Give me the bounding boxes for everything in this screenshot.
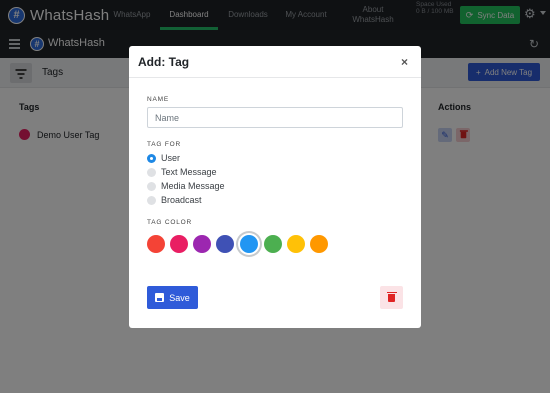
tag-for-option-label: Broadcast	[161, 195, 202, 205]
color-swatch-indigo[interactable]	[216, 235, 234, 253]
tag-for-option-user[interactable]: User	[147, 152, 180, 164]
save-button[interactable]: Save	[147, 286, 198, 309]
color-swatch-amber[interactable]	[287, 235, 305, 253]
radio-selected-icon[interactable]	[147, 153, 156, 163]
radio-icon[interactable]	[147, 181, 156, 191]
name-label: NAME	[147, 96, 169, 103]
tag-for-option-label: Media Message	[161, 181, 225, 191]
tag-for-option-media-message[interactable]: Media Message	[147, 180, 225, 192]
name-input[interactable]	[147, 107, 403, 128]
color-swatch-green[interactable]	[264, 235, 282, 253]
tag-for-option-broadcast[interactable]: Broadcast	[147, 194, 202, 206]
floppy-disk-icon	[155, 293, 165, 302]
tag-color-label: TAG COLOR	[147, 219, 193, 226]
trash-icon	[386, 291, 397, 302]
color-swatch-purple[interactable]	[193, 235, 211, 253]
save-label: Save	[169, 292, 190, 303]
color-swatch-blue-selected[interactable]	[240, 235, 258, 253]
color-swatch-pink[interactable]	[170, 235, 188, 253]
color-swatch-orange[interactable]	[310, 235, 328, 253]
radio-icon[interactable]	[147, 195, 156, 205]
close-icon[interactable]: ×	[401, 55, 408, 69]
tag-for-option-label: User	[161, 153, 181, 163]
modal-title: Add: Tag	[138, 55, 190, 69]
modal-header: Add: Tag ×	[129, 46, 421, 78]
tag-for-option-text-message[interactable]: Text Message	[147, 166, 217, 178]
radio-icon[interactable]	[147, 167, 156, 177]
tag-for-option-label: Text Message	[161, 167, 217, 177]
color-swatch-red[interactable]	[147, 235, 165, 253]
add-tag-modal: Add: Tag × NAME TAG FOR User Text Messag…	[129, 46, 421, 328]
tag-for-label: TAG FOR	[147, 141, 182, 148]
delete-button[interactable]	[380, 286, 403, 309]
